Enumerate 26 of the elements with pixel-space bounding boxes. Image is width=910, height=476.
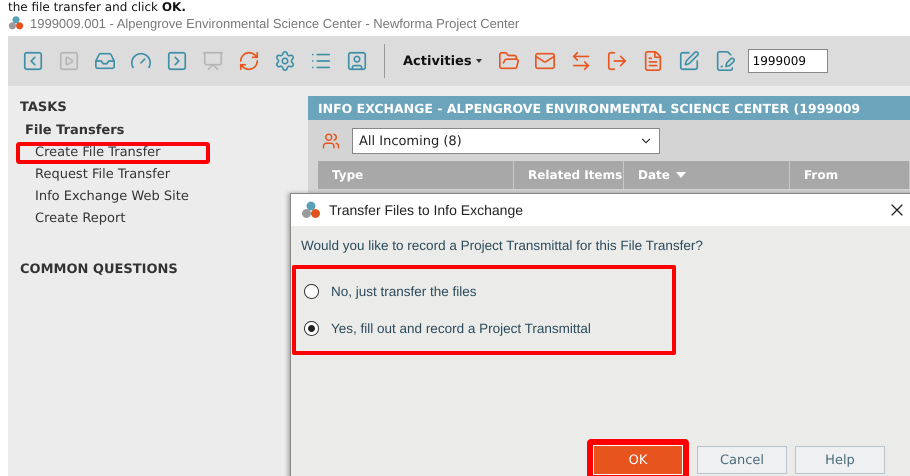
project-field[interactable]: 1999009 (748, 49, 828, 73)
dialog-button[interactable]: Cancel (697, 446, 787, 474)
sort-icon (676, 172, 686, 178)
dialog-button[interactable]: OK (587, 439, 689, 476)
option-label: No, just transfer the files (331, 284, 477, 299)
tasks-heading: TASKS (20, 100, 68, 115)
option-label: Yes, fill out and record a Project Transmittal (331, 321, 591, 336)
task-link[interactable]: Create Report (20, 208, 210, 230)
task-link[interactable]: Create File Transfer (16, 142, 210, 164)
panel-header: INFO EXCHANGE - ALPENGROVE ENVIRONMENTAL SCIENCE CENTER (1999009 (308, 96, 910, 120)
question-text: Would you like to record a Project Transmittal for this File Transfer? (301, 238, 704, 253)
logo-icon (301, 200, 321, 220)
radio-button[interactable] (304, 321, 319, 336)
group-heading: File Transfers (25, 123, 126, 138)
dialog-title: Transfer Files to Info Exchange (329, 202, 524, 218)
window-title: 1999009.001 - Alpengrove Environmental Science Center - Newforma Project Center (30, 16, 520, 30)
questions-heading: COMMON QUESTIONS (20, 262, 179, 277)
people-icon (322, 132, 340, 150)
task-link[interactable]: Request File Transfer (20, 164, 210, 186)
filter-dropdown[interactable]: All Incoming (8) (352, 128, 660, 154)
radio-button[interactable] (304, 284, 319, 299)
task-link[interactable]: Info Exchange Web Site (20, 186, 210, 208)
activities-menu[interactable]: Activities (399, 54, 486, 68)
instruction-text: the file transfer and click OK. (7, 0, 187, 14)
logo-icon (8, 15, 24, 31)
dialog-button[interactable]: Help (795, 446, 885, 474)
